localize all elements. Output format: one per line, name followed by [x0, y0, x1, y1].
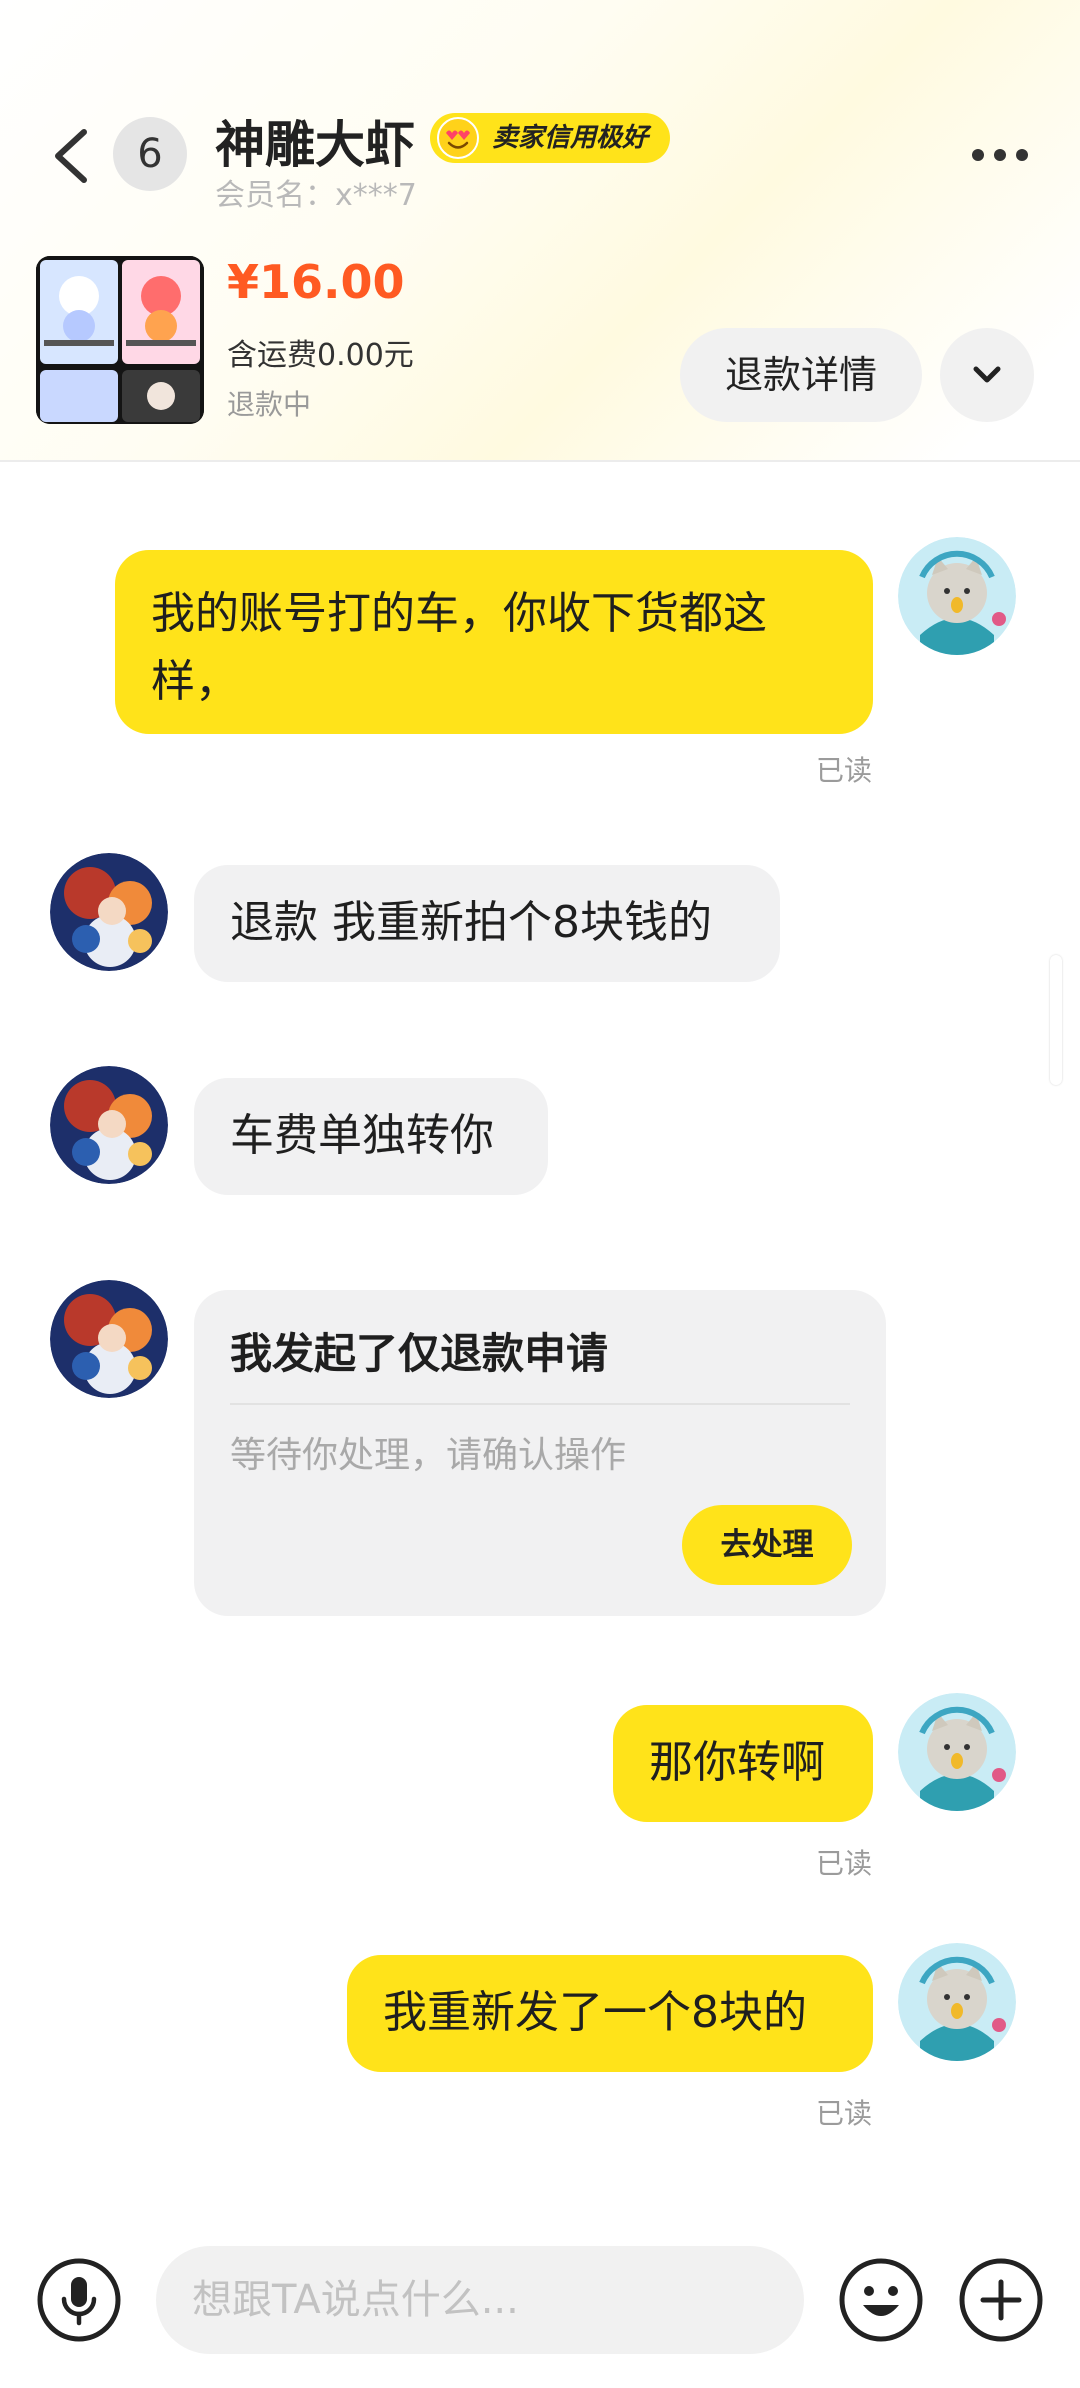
refund-card-subtitle: 等待你处理，请确认操作 — [230, 1435, 627, 1476]
expand-order-button[interactable] — [940, 328, 1034, 422]
plus-icon — [959, 2258, 1043, 2342]
message-text-line: 样， — [151, 656, 239, 707]
message-bubble-mine[interactable]: 那你转啊 — [613, 1705, 873, 1822]
credit-badge-label: 卖家信用极好 — [492, 123, 649, 153]
product-thumbnail-icon — [36, 256, 204, 424]
more-dots-icon — [972, 149, 1028, 161]
read-receipt: 已读 — [816, 2097, 873, 2130]
emoji-icon — [839, 2258, 923, 2342]
message-text: 退款 我重新拍个8块钱的 — [230, 897, 712, 948]
heart-eyes-emoji-icon — [437, 117, 479, 159]
product-price: ¥16.00 — [227, 255, 405, 309]
message-text: 那你转啊 — [649, 1737, 825, 1788]
seller-avatar-icon — [50, 1066, 168, 1184]
read-receipt: 已读 — [816, 754, 873, 787]
message-bubble-other[interactable]: 退款 我重新拍个8块钱的 — [194, 865, 780, 982]
shop-name[interactable]: 神雕大虾 — [215, 105, 415, 177]
unread-count-badge[interactable]: 6 — [113, 117, 187, 191]
shipping-fee: 含运费0.00元 — [227, 338, 414, 373]
message-text: 我重新发了一个8块的 — [383, 1987, 807, 2038]
refund-request-card[interactable]: 我发起了仅退款申请 等待你处理，请确认操作 去处理 — [194, 1290, 886, 1616]
divider — [230, 1403, 850, 1405]
seller-avatar[interactable] — [50, 1280, 168, 1398]
microphone-icon — [37, 2258, 121, 2342]
message-input[interactable] — [156, 2246, 804, 2354]
cat-avatar-icon — [898, 537, 1016, 655]
read-receipt: 已读 — [816, 1847, 873, 1880]
message-text-line: 我的账号打的车，你收下货都这 — [151, 588, 767, 639]
message-bubble-mine[interactable]: 我的账号打的车，你收下货都这 样， — [115, 550, 873, 734]
refund-card-title: 我发起了仅退款申请 — [230, 1329, 609, 1378]
more-actions-button[interactable] — [958, 2257, 1044, 2343]
message-bubble-mine[interactable]: 我重新发了一个8块的 — [347, 1955, 873, 2072]
refund-details-button[interactable]: 退款详情 — [680, 328, 922, 422]
scrollbar[interactable] — [1050, 955, 1062, 1085]
chat-screen: 6 神雕大虾 卖家信用极好 会员名：x***7 ¥16.00 含运费0.00元 … — [0, 0, 1080, 2388]
seller-avatar[interactable] — [50, 853, 168, 971]
cat-avatar-icon — [898, 1943, 1016, 2061]
order-status: 退款中 — [227, 388, 312, 421]
my-avatar[interactable] — [898, 537, 1016, 655]
seller-avatar[interactable] — [50, 1066, 168, 1184]
credit-badge[interactable]: 卖家信用极好 — [430, 113, 671, 163]
cat-avatar-icon — [898, 1693, 1016, 1811]
handle-refund-button[interactable]: 去处理 — [682, 1505, 852, 1585]
back-button[interactable] — [40, 110, 110, 200]
seller-avatar-icon — [50, 1280, 168, 1398]
chevron-down-icon — [973, 366, 1001, 383]
chat-header: 6 神雕大虾 卖家信用极好 会员名：x***7 ¥16.00 含运费0.00元 … — [0, 0, 1080, 462]
more-button[interactable] — [960, 130, 1040, 180]
voice-button[interactable] — [36, 2257, 122, 2343]
message-bubble-other[interactable]: 车费单独转你 — [194, 1078, 548, 1195]
my-avatar[interactable] — [898, 1943, 1016, 2061]
message-text: 车费单独转你 — [230, 1110, 494, 1161]
product-image[interactable] — [36, 256, 204, 424]
back-arrow-icon — [55, 129, 87, 183]
my-avatar[interactable] — [898, 1693, 1016, 1811]
emoji-button[interactable] — [838, 2257, 924, 2343]
member-name: 会员名：x***7 — [215, 178, 417, 213]
seller-avatar-icon — [50, 853, 168, 971]
